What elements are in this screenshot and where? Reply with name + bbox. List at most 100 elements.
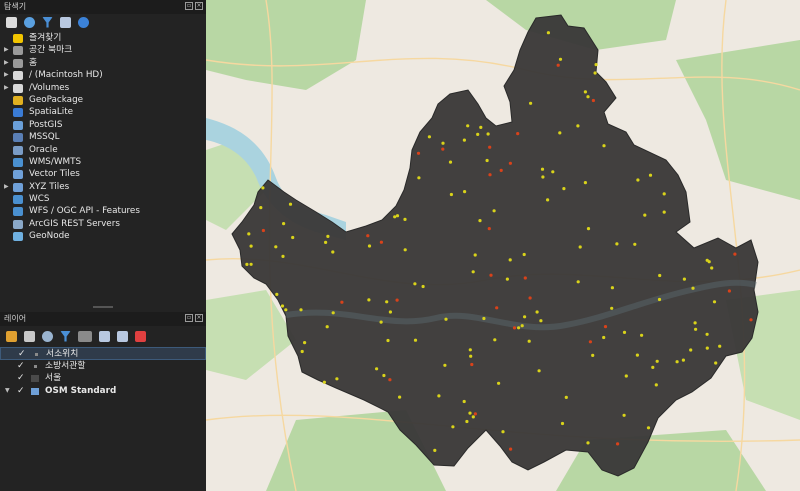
close-panel-icon[interactable]: × bbox=[195, 2, 203, 10]
layer-visibility-checkbox[interactable]: ✓ bbox=[17, 385, 25, 398]
browser-item[interactable]: MSSQL bbox=[0, 131, 206, 143]
close-panel-icon[interactable]: × bbox=[195, 314, 203, 322]
add-group-icon[interactable] bbox=[24, 330, 35, 342]
fire-station-point bbox=[705, 346, 709, 350]
browser-item[interactable]: GeoNode bbox=[0, 230, 206, 242]
fire-station-point bbox=[616, 442, 620, 446]
expand-arrow-icon[interactable]: ▶ bbox=[4, 82, 9, 94]
add-selected-layers-icon[interactable] bbox=[6, 16, 17, 28]
manage-map-themes-icon[interactable] bbox=[42, 330, 53, 342]
fire-station-point bbox=[707, 260, 711, 264]
layer-item[interactable]: ✓ 서울 bbox=[0, 372, 206, 385]
browser-item[interactable]: Oracle bbox=[0, 144, 206, 156]
browser-item-label: GeoPackage bbox=[29, 94, 84, 105]
fire-station-point bbox=[546, 198, 550, 202]
fire-station-point bbox=[247, 232, 251, 236]
fire-station-point bbox=[558, 131, 562, 135]
fire-station-point bbox=[714, 361, 718, 365]
fire-station-point bbox=[386, 338, 390, 343]
fire-station-point bbox=[578, 245, 582, 249]
fire-station-point bbox=[476, 132, 480, 136]
browser-item-label: 공간 북마크 bbox=[29, 45, 73, 56]
fire-station-point bbox=[488, 173, 492, 177]
mssql-icon bbox=[13, 133, 23, 143]
filter-icon[interactable] bbox=[42, 16, 53, 28]
expand-arrow-icon[interactable]: ▶ bbox=[4, 57, 9, 69]
fire-station-point bbox=[591, 353, 595, 357]
expand-arrow-icon[interactable]: ▶ bbox=[4, 69, 9, 81]
fire-station-point bbox=[610, 286, 614, 290]
fire-station-point bbox=[691, 286, 695, 290]
collapse-arrow-icon[interactable]: ▼ bbox=[5, 385, 10, 398]
collapse-all-icon[interactable] bbox=[117, 330, 128, 342]
filter-legend-icon[interactable] bbox=[60, 330, 71, 342]
layer-item[interactable]: ✓ 서소위치 bbox=[0, 347, 206, 360]
fire-station-point bbox=[560, 421, 565, 426]
browser-item[interactable]: Vector Tiles bbox=[0, 168, 206, 180]
fire-station-point bbox=[421, 284, 425, 289]
fire-station-point bbox=[594, 63, 598, 67]
wfs-globe-icon bbox=[13, 207, 23, 217]
fire-station-point bbox=[622, 413, 626, 417]
fire-station-point bbox=[640, 333, 644, 337]
fire-station-point bbox=[505, 277, 509, 281]
fire-station-point bbox=[509, 447, 513, 451]
open-layer-styling-icon[interactable] bbox=[6, 330, 17, 342]
fire-station-point bbox=[443, 363, 447, 367]
fire-station-point bbox=[562, 187, 566, 191]
browser-item[interactable]: GeoPackage bbox=[0, 94, 206, 106]
fire-station-point bbox=[478, 219, 482, 223]
layer-visibility-checkbox[interactable]: ✓ bbox=[17, 360, 25, 373]
fire-station-point bbox=[245, 262, 249, 266]
fire-station-point bbox=[470, 362, 474, 367]
fire-station-point bbox=[654, 383, 658, 387]
browser-item[interactable]: SpatiaLite bbox=[0, 106, 206, 118]
layer-item[interactable]: ▼ ✓ OSM Standard bbox=[0, 385, 206, 398]
browser-item[interactable]: PostGIS bbox=[0, 119, 206, 131]
fire-station-point bbox=[466, 124, 470, 128]
fire-station-point bbox=[379, 240, 383, 244]
fire-station-point bbox=[471, 415, 475, 419]
map-canvas[interactable] bbox=[206, 0, 800, 491]
browser-item[interactable]: ▶ 공간 북마크 bbox=[0, 44, 206, 56]
fire-station-point bbox=[282, 222, 286, 226]
browser-item-label: GeoNode bbox=[29, 231, 70, 242]
browser-item[interactable]: 즐겨찾기 bbox=[0, 32, 206, 44]
browser-item[interactable]: ▶ 홈 bbox=[0, 57, 206, 69]
expand-all-icon[interactable] bbox=[99, 330, 110, 342]
float-panel-icon[interactable]: ▫ bbox=[185, 2, 193, 10]
browser-item[interactable]: WFS / OGC API - Features bbox=[0, 205, 206, 217]
fire-station-point bbox=[395, 298, 399, 302]
fire-station-point bbox=[284, 308, 288, 312]
fire-station-point bbox=[322, 380, 326, 384]
browser-item[interactable]: ▶ /Volumes bbox=[0, 82, 206, 94]
polygon-symbol-icon bbox=[31, 375, 39, 383]
expand-arrow-icon[interactable]: ▶ bbox=[4, 181, 9, 193]
expand-arrow-icon[interactable]: ▶ bbox=[4, 44, 9, 56]
collapse-all-icon[interactable] bbox=[60, 16, 71, 28]
filter-by-expression-icon[interactable] bbox=[78, 330, 92, 342]
remove-layer-icon[interactable] bbox=[135, 330, 146, 342]
fire-station-point bbox=[539, 319, 543, 323]
layer-item[interactable]: ✓ 소방서관할 bbox=[0, 360, 206, 373]
fire-station-point bbox=[367, 298, 371, 302]
refresh-icon[interactable] bbox=[24, 16, 35, 28]
browser-item[interactable]: ▶ / (Macintosh HD) bbox=[0, 69, 206, 81]
left-dock-area: 탐색기 ▫ × 즐겨찾기 ▶ 공간 북마크 ▶ 홈 ▶ / (Macintosh HD) ▶ /… bbox=[0, 0, 206, 491]
fire-station-point bbox=[516, 132, 520, 136]
dock-splitter-handle[interactable] bbox=[0, 304, 206, 310]
float-panel-icon[interactable]: ▫ bbox=[185, 314, 193, 322]
fire-station-point bbox=[528, 296, 532, 300]
fire-station-point bbox=[541, 175, 545, 179]
fire-station-point bbox=[299, 308, 303, 312]
fire-station-point bbox=[556, 63, 560, 67]
properties-info-icon[interactable] bbox=[78, 16, 89, 28]
layer-visibility-checkbox[interactable]: ✓ bbox=[17, 372, 25, 385]
browser-item-label: 즐겨찾기 bbox=[29, 33, 62, 43]
fire-station-point bbox=[379, 320, 383, 324]
browser-item[interactable]: WMS/WMTS bbox=[0, 156, 206, 168]
browser-item[interactable]: WCS bbox=[0, 193, 206, 205]
browser-item[interactable]: ▶ XYZ Tiles bbox=[0, 181, 206, 193]
fire-station-point bbox=[326, 234, 330, 238]
browser-item[interactable]: ArcGIS REST Servers bbox=[0, 218, 206, 230]
